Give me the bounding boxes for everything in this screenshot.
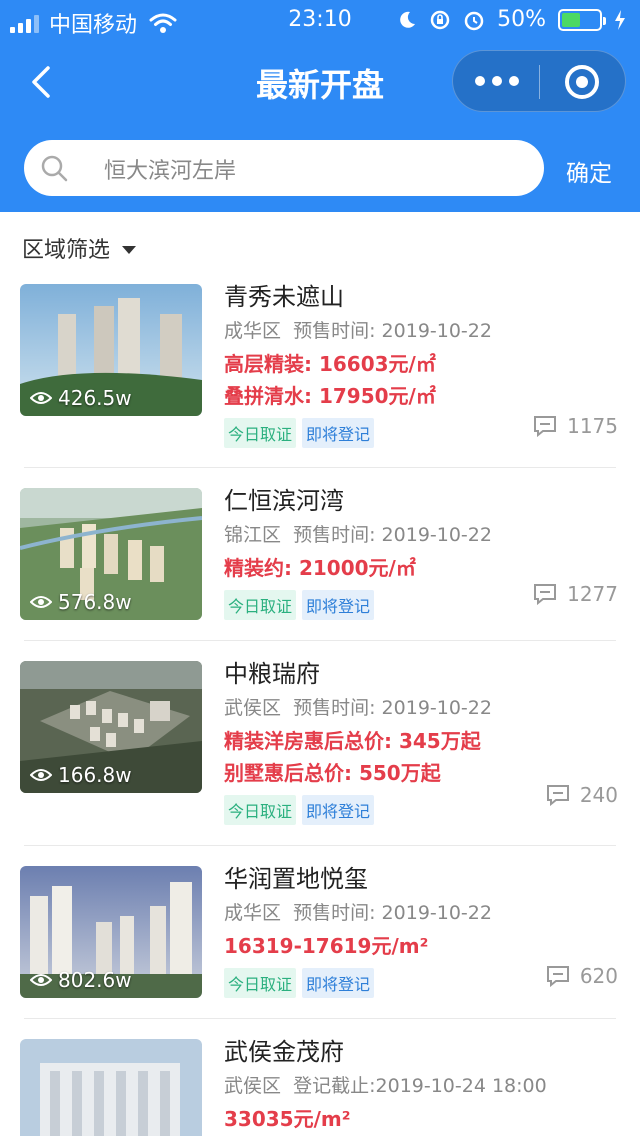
listing-list: 426.5w 青秀未遮山 成华区 预售时间: 2019-10-22 高层精装: … xyxy=(0,280,640,1136)
list-item[interactable]: 166.8w 中粮瑞府 武侯区 预售时间: 2019-10-22 精装洋房惠后总… xyxy=(0,641,640,845)
view-count-value: 166.8w xyxy=(58,763,132,787)
area-filter-dropdown[interactable]: 区域筛选 xyxy=(22,232,137,264)
project-name: 中粮瑞府 xyxy=(224,660,320,688)
eye-icon xyxy=(30,769,52,781)
list-item[interactable]: 802.6w 华润置地悦玺 成华区 预售时间: 2019-10-22 16319… xyxy=(0,846,640,1018)
project-name: 仁恒滨河湾 xyxy=(224,487,344,515)
tag-registration-soon: 即将登记 xyxy=(302,590,375,620)
project-name: 武侯金茂府 xyxy=(224,1038,344,1066)
tag-registration-soon: 即将登记 xyxy=(302,418,375,448)
search-placeholder: 恒大滨河左岸 xyxy=(104,159,237,184)
listing-info: 武侯金茂府 武侯区 登记截止:2019-10-24 18:00 33035元/m… xyxy=(224,1035,620,1135)
target-icon[interactable] xyxy=(565,65,599,99)
price-line: 精装洋房惠后总价: 345万起 xyxy=(224,729,481,753)
capsule-divider xyxy=(539,65,540,99)
search-icon xyxy=(41,155,68,182)
comment-icon xyxy=(546,785,569,806)
tag-registration-soon: 即将登记 xyxy=(302,968,375,998)
area-filter-label: 区域筛选 xyxy=(22,238,111,263)
view-count: 426.5w xyxy=(30,386,132,410)
battery-percent: 50% xyxy=(497,7,546,32)
moon-icon xyxy=(400,11,416,28)
comment-count[interactable]: 1277 xyxy=(533,582,618,606)
tag-certified-today: 今日取证 xyxy=(224,795,297,825)
battery-icon xyxy=(558,8,606,31)
list-item[interactable]: 426.5w 青秀未遮山 成华区 预售时间: 2019-10-22 高层精装: … xyxy=(0,280,640,450)
navigation-bar: 最新开盘 xyxy=(0,42,640,122)
more-icon[interactable] xyxy=(475,69,519,93)
eye-icon xyxy=(30,974,52,986)
eye-icon xyxy=(30,596,52,608)
view-count-value: 576.8w xyxy=(58,590,132,614)
price-line: 高层精装: 16603元/㎡ xyxy=(224,352,436,376)
status-bar: 中国移动 23:10 50% xyxy=(0,0,640,40)
project-name: 华润置地悦玺 xyxy=(224,865,368,893)
view-count: 802.6w xyxy=(30,968,132,992)
comment-icon xyxy=(534,584,557,605)
price-line: 33035元/m² xyxy=(224,1107,351,1131)
view-count-value: 802.6w xyxy=(58,968,132,992)
confirm-button[interactable]: 确定 xyxy=(566,154,612,188)
project-name: 青秀未遮山 xyxy=(224,283,344,311)
alarm-icon xyxy=(464,11,484,30)
project-image: 576.8w xyxy=(20,488,202,620)
district-and-date: 成华区 预售时间: 2019-10-22 xyxy=(224,320,492,342)
district-and-date: 武侯区 预售时间: 2019-10-22 xyxy=(224,697,492,719)
tag-registration-soon: 即将登记 xyxy=(302,795,375,825)
comment-count[interactable]: 240 xyxy=(546,783,618,807)
mini-program-capsule xyxy=(452,50,626,112)
district-and-date: 锦江区 预售时间: 2019-10-22 xyxy=(224,524,492,546)
comment-count[interactable]: 1175 xyxy=(533,414,618,438)
eye-icon xyxy=(30,392,52,404)
comment-icon xyxy=(546,966,569,987)
view-count-value: 426.5w xyxy=(58,386,132,410)
price-line: 叠拼清水: 17950元/㎡ xyxy=(224,384,436,408)
price-line: 精装约: 21000元/㎡ xyxy=(224,556,416,580)
rotation-lock-icon xyxy=(430,10,450,29)
tag-certified-today: 今日取证 xyxy=(224,418,297,448)
comment-count[interactable]: 620 xyxy=(546,964,618,988)
caret-down-icon xyxy=(122,246,137,254)
search-input[interactable]: 恒大滨河左岸 xyxy=(24,140,544,196)
project-image: 426.5w xyxy=(20,284,202,416)
price-line: 16319-17619元/m² xyxy=(224,934,429,958)
list-item[interactable]: 武侯金茂府 武侯区 登记截止:2019-10-24 18:00 33035元/m… xyxy=(0,1019,640,1136)
district-and-date: 武侯区 登记截止:2019-10-24 18:00 xyxy=(224,1075,547,1097)
tag-certified-today: 今日取证 xyxy=(224,590,297,620)
tag-certified-today: 今日取证 xyxy=(224,968,297,998)
project-image: 802.6w xyxy=(20,866,202,998)
comment-icon xyxy=(534,416,557,437)
view-count: 576.8w xyxy=(30,590,132,614)
view-count: 166.8w xyxy=(30,763,132,787)
district-and-date: 成华区 预售时间: 2019-10-22 xyxy=(224,902,492,924)
list-item[interactable]: 576.8w 仁恒滨河湾 锦江区 预售时间: 2019-10-22 精装约: 2… xyxy=(0,468,640,640)
project-image: 166.8w xyxy=(20,661,202,793)
header: 中国移动 23:10 50% 最新开盘 恒大滨河左岸 确定 xyxy=(0,0,640,212)
charging-icon xyxy=(615,9,625,30)
project-image xyxy=(20,1039,202,1136)
